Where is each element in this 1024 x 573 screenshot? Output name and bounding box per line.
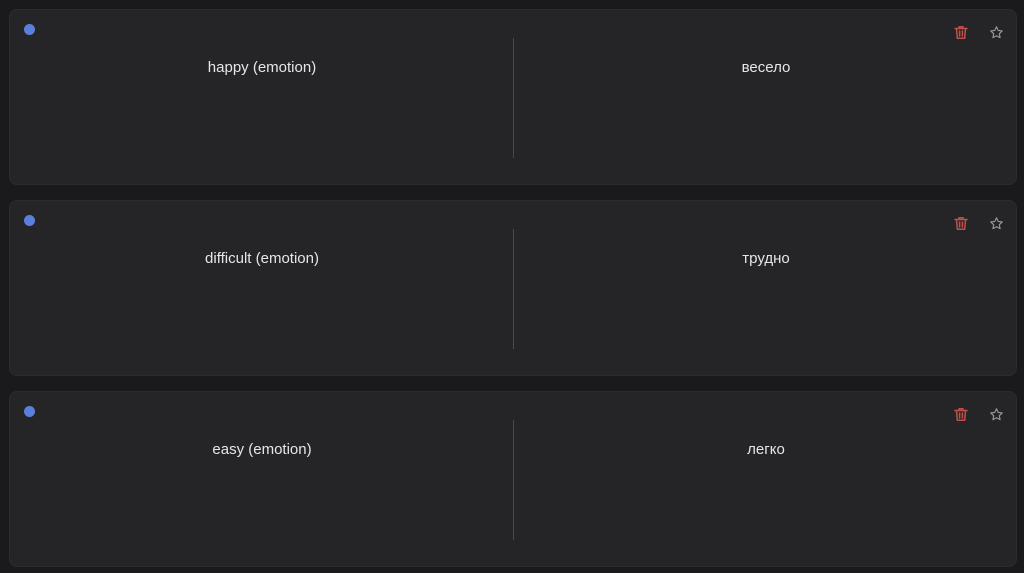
card-divider (513, 229, 514, 349)
flashcard[interactable]: easy (emotion) легко (9, 391, 1017, 567)
favorite-button[interactable] (986, 22, 1006, 42)
card-back-text: легко (747, 441, 785, 458)
trash-icon (954, 407, 968, 421)
star-icon (989, 216, 1003, 229)
flashcard[interactable]: happy (emotion) весело (9, 9, 1017, 185)
card-back-text: весело (741, 59, 791, 76)
card-front-text: difficult (emotion) (205, 250, 319, 267)
status-dot-icon (24, 24, 35, 35)
card-divider (513, 38, 514, 158)
flashcard[interactable]: difficult (emotion) трудно (9, 200, 1017, 376)
delete-button[interactable] (951, 404, 971, 424)
card-front-text: happy (emotion) (207, 59, 317, 76)
favorite-button[interactable] (986, 404, 1006, 424)
trash-icon (954, 25, 968, 39)
card-back-text: трудно (742, 250, 790, 267)
status-dot-icon (24, 406, 35, 417)
favorite-button[interactable] (986, 213, 1006, 233)
trash-icon (954, 216, 968, 230)
flashcard-list: happy (emotion) весело difficult (emotio… (0, 0, 1024, 573)
star-icon (989, 407, 1003, 420)
delete-button[interactable] (951, 213, 971, 233)
card-front-text: easy (emotion) (212, 441, 312, 458)
star-icon (989, 25, 1003, 38)
delete-button[interactable] (951, 22, 971, 42)
card-divider (513, 420, 514, 540)
status-dot-icon (24, 215, 35, 226)
